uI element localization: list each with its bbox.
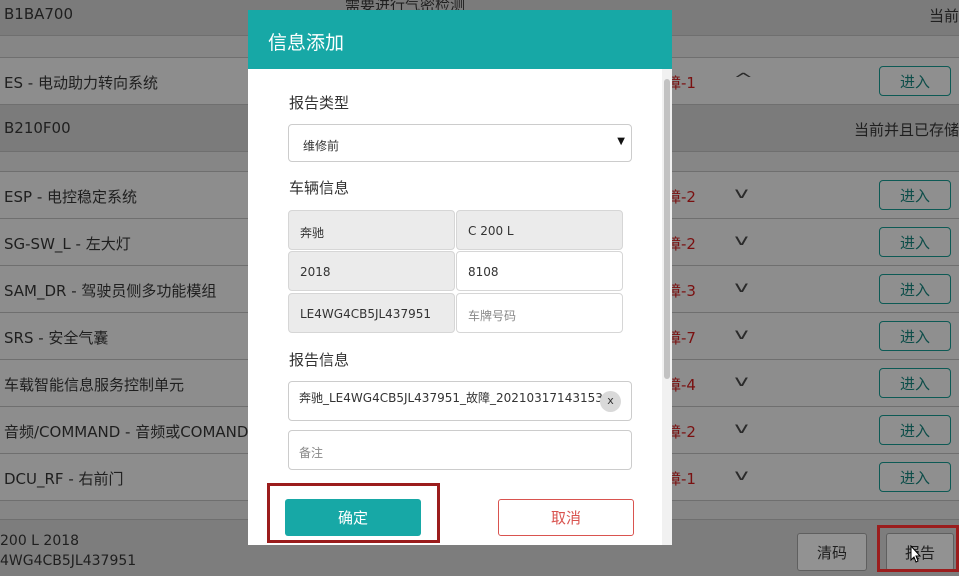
chevron-down-icon[interactable]: v xyxy=(734,231,748,249)
info-add-dialog: 信息添加 报告类型 维修前 ▼ 车辆信息 奔驰 C 200 L 2018 810… xyxy=(248,10,672,545)
enter-button[interactable]: 进入 xyxy=(879,462,951,492)
vehicle-info-label: 车辆信息 xyxy=(289,179,350,197)
system-name: 车载智能信息服务控制单元 xyxy=(4,376,185,394)
vin-text: 4WG4CB5JL437951 xyxy=(0,553,137,569)
dropdown-caret-icon: ▼ xyxy=(617,136,625,147)
report-name-text: 奔驰_LE4WG4CB5JL437951_故障_20210317143153 xyxy=(299,391,603,405)
enter-button[interactable]: 进入 xyxy=(879,321,951,351)
enter-button[interactable]: 进入 xyxy=(879,368,951,398)
system-name: SRS - 安全气囊 xyxy=(4,329,109,347)
report-type-label: 报告类型 xyxy=(289,94,350,112)
dialog-title: 信息添加 xyxy=(248,10,672,69)
dialog-scrollbar[interactable] xyxy=(662,69,672,545)
enter-button[interactable]: 进入 xyxy=(879,274,951,304)
dtc-code: B210F00 xyxy=(4,119,71,137)
scrollbar-thumb[interactable] xyxy=(664,79,670,379)
system-name: 音频/COMMAND - 音频或COMAND( xyxy=(4,423,255,441)
brand-field: 奔驰 xyxy=(288,210,455,250)
chevron-down-icon[interactable]: v xyxy=(734,419,748,437)
report-name-field[interactable]: 奔驰_LE4WG4CB5JL437951_故障_20210317143153 x xyxy=(288,381,632,421)
enter-button[interactable]: 进入 xyxy=(879,415,951,445)
chevron-down-icon[interactable]: v xyxy=(734,278,748,296)
cancel-button[interactable]: 取消 xyxy=(498,499,634,536)
system-name: ESP - 电控稳定系统 xyxy=(4,188,137,206)
vin-field: LE4WG4CB5JL437951 xyxy=(288,293,455,333)
mileage-field[interactable]: 8108 xyxy=(456,251,623,291)
chevron-down-icon[interactable]: v xyxy=(734,372,748,390)
chevron-up-icon[interactable]: ^ xyxy=(733,70,753,88)
plate-number-field[interactable]: 车牌号码 xyxy=(456,293,623,333)
enter-button[interactable]: 进入 xyxy=(879,227,951,257)
report-info-label: 报告信息 xyxy=(289,351,350,369)
system-name: DCU_RF - 右前门 xyxy=(4,470,124,488)
chevron-down-icon[interactable]: v xyxy=(734,466,748,484)
report-type-select[interactable]: 维修前 ▼ xyxy=(288,124,632,162)
system-name: ES - 电动助力转向系统 xyxy=(4,74,158,92)
mouse-cursor-icon xyxy=(910,545,922,563)
enter-button[interactable]: 进入 xyxy=(879,180,951,210)
vehicle-model-text: 200 L 2018 xyxy=(0,533,80,549)
chevron-down-icon[interactable]: v xyxy=(734,325,748,343)
dtc-status: 当前 xyxy=(928,7,959,25)
chevron-down-icon[interactable]: v xyxy=(734,184,748,202)
system-name: SG-SW_L - 左大灯 xyxy=(4,235,131,253)
report-type-value: 维修前 xyxy=(303,139,340,153)
system-name: SAM_DR - 驾驶员侧多功能模组 xyxy=(4,282,217,300)
dtc-status: 当前并且已存储 xyxy=(853,121,959,139)
model-field: C 200 L xyxy=(456,210,623,250)
enter-button[interactable]: 进入 xyxy=(879,66,951,96)
year-field: 2018 xyxy=(288,251,455,291)
dtc-code: B1BA700 xyxy=(4,5,74,23)
highlight-box-confirm xyxy=(267,483,440,543)
clear-x-icon[interactable]: x xyxy=(600,391,621,412)
clear-codes-button[interactable]: 清码 xyxy=(797,533,867,571)
note-field[interactable]: 备注 xyxy=(288,430,632,470)
